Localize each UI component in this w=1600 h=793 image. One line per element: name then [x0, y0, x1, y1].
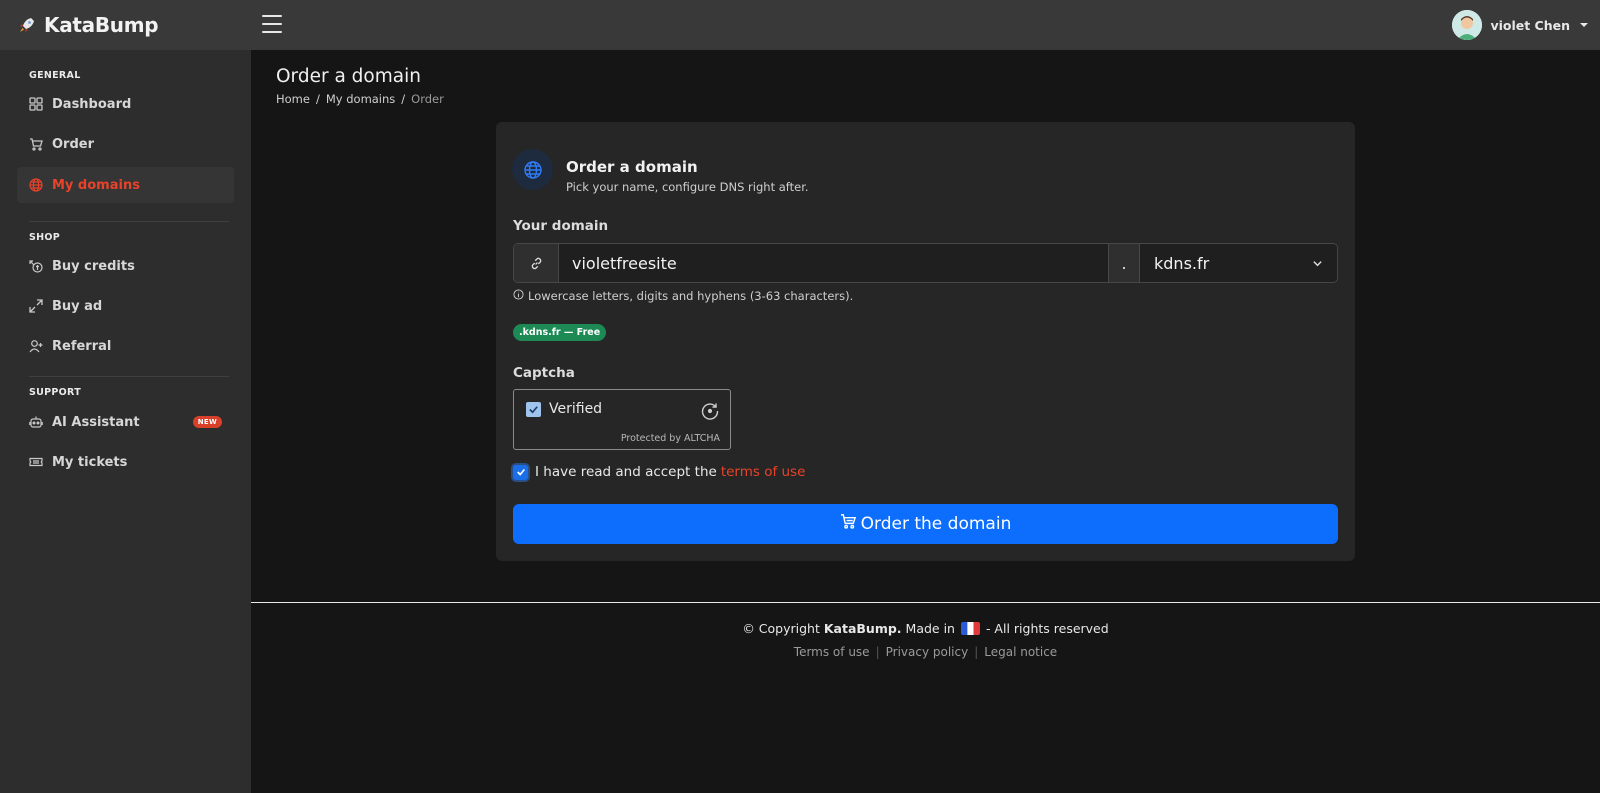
top-bar: KataBump violet Chen	[0, 0, 1600, 50]
made-in-text: Made in	[905, 621, 955, 636]
terms-checkbox[interactable]	[513, 464, 528, 480]
sidebar-item-label: Order	[52, 136, 94, 152]
sidebar-item-label: Dashboard	[52, 96, 132, 112]
domain-label: Your domain	[513, 218, 609, 234]
domain-dot-separator: .	[1108, 244, 1140, 282]
rocket-icon	[18, 16, 36, 34]
footer-link-privacy[interactable]: Privacy policy	[886, 645, 969, 659]
rights-text: - All rights reserved	[985, 621, 1109, 636]
sidebar-item-referral[interactable]: Referral	[17, 328, 234, 364]
sidebar-item-order[interactable]: Order	[17, 126, 234, 162]
new-badge: NEW	[192, 416, 222, 428]
page-title: Order a domain	[276, 66, 421, 87]
sidebar-item-ai-assistant[interactable]: AI Assistant NEW	[17, 404, 234, 440]
sidebar-item-label: AI Assistant	[52, 414, 140, 430]
footer-link-legal[interactable]: Legal notice	[984, 645, 1057, 659]
order-button-label: Order the domain	[860, 514, 1012, 534]
sidebar-divider	[29, 221, 229, 222]
captcha-checkbox[interactable]	[526, 402, 541, 417]
sidebar-item-label: Buy ad	[52, 298, 103, 314]
breadcrumb-separator: /	[401, 92, 406, 106]
chevron-down-icon	[1580, 23, 1588, 27]
brand-logo[interactable]: KataBump	[18, 10, 159, 40]
sidebar-item-label: Referral	[52, 338, 112, 354]
card-subtitle: Pick your name, configure DNS right afte…	[566, 180, 809, 194]
altcha-logo-icon	[700, 401, 720, 421]
terms-text: I have read and accept the	[535, 464, 717, 480]
breadcrumb-my-domains[interactable]: My domains	[326, 92, 395, 106]
brand-name: KataBump	[44, 13, 159, 37]
sidebar-item-dashboard[interactable]: Dashboard	[17, 86, 234, 122]
domain-name-input[interactable]: violetfreesite	[559, 244, 1108, 282]
user-name: violet Chen	[1490, 17, 1570, 33]
sidebar-item-buy-credits[interactable]: Buy credits	[17, 248, 234, 284]
footer-links: Terms of use | Privacy policy | Legal notice	[251, 645, 1600, 659]
footer-divider	[251, 602, 1600, 603]
sidebar-item-my-tickets[interactable]: My tickets	[17, 444, 234, 480]
chevron-down-icon	[1312, 254, 1323, 273]
breadcrumb-home[interactable]: Home	[276, 92, 310, 106]
globe-icon	[29, 178, 43, 192]
captcha-label: Captcha	[513, 365, 575, 381]
terms-link[interactable]: terms of use	[721, 464, 806, 480]
tld-select[interactable]: kdns.fr	[1140, 244, 1337, 282]
user-plus-icon	[29, 339, 43, 353]
avatar-icon	[1452, 10, 1483, 40]
globe-icon	[512, 149, 553, 190]
order-domain-button[interactable]: Order the domain	[513, 504, 1338, 544]
footer-copyright: © Copyright KataBump. Made in - All righ…	[251, 621, 1600, 636]
user-menu[interactable]: violet Chen	[1452, 9, 1588, 41]
sidebar-item-label: My domains	[52, 177, 140, 193]
captcha-footer: Protected by ALTCHA	[620, 433, 720, 444]
domain-hint: Lowercase letters, digits and hyphens (3…	[513, 289, 853, 303]
footer-link-separator: |	[974, 645, 979, 659]
terms-row: I have read and accept the terms of use	[513, 464, 805, 480]
sidebar-item-buy-ad[interactable]: Buy ad	[17, 288, 234, 324]
breadcrumb: Home / My domains / Order	[276, 92, 444, 106]
robot-icon	[29, 415, 43, 429]
breadcrumb-current: Order	[411, 92, 444, 106]
sidebar-divider	[29, 376, 229, 377]
ticket-icon	[29, 455, 43, 469]
grid-icon	[29, 97, 43, 111]
card-title: Order a domain	[566, 158, 698, 176]
tld-selected-value: kdns.fr	[1154, 253, 1210, 273]
sidebar-section-general: GENERAL	[29, 70, 81, 81]
cart-icon	[840, 513, 857, 535]
coins-icon	[29, 259, 43, 273]
footer-brand: KataBump.	[823, 621, 902, 636]
expand-arrows-icon	[29, 299, 43, 313]
sidebar-item-label: My tickets	[52, 454, 128, 470]
sidebar-section-support: SUPPORT	[29, 387, 82, 398]
footer-link-separator: |	[875, 645, 880, 659]
sidebar: GENERAL Dashboard Order My domains SHOP	[0, 50, 251, 793]
price-badge: .kdns.fr — Free	[513, 324, 607, 341]
menu-toggle-icon[interactable]	[262, 15, 282, 33]
cart-icon	[29, 137, 43, 151]
breadcrumb-separator: /	[315, 92, 320, 106]
france-flag-icon	[960, 622, 980, 635]
order-domain-card: Order a domain Pick your name, configure…	[496, 122, 1355, 561]
info-icon	[513, 289, 524, 303]
copyright-prefix: © Copyright	[742, 621, 820, 636]
sidebar-item-my-domains[interactable]: My domains	[17, 167, 234, 203]
captcha-widget: Verified Protected by ALTCHA	[513, 389, 731, 450]
domain-input-group: violetfreesite . kdns.fr	[513, 243, 1338, 283]
domain-hint-text: Lowercase letters, digits and hyphens (3…	[528, 289, 854, 303]
link-icon	[514, 244, 559, 282]
footer-link-terms[interactable]: Terms of use	[794, 645, 870, 659]
sidebar-section-shop: SHOP	[29, 232, 61, 243]
captcha-status: Verified	[549, 401, 603, 417]
sidebar-item-label: Buy credits	[52, 258, 135, 274]
